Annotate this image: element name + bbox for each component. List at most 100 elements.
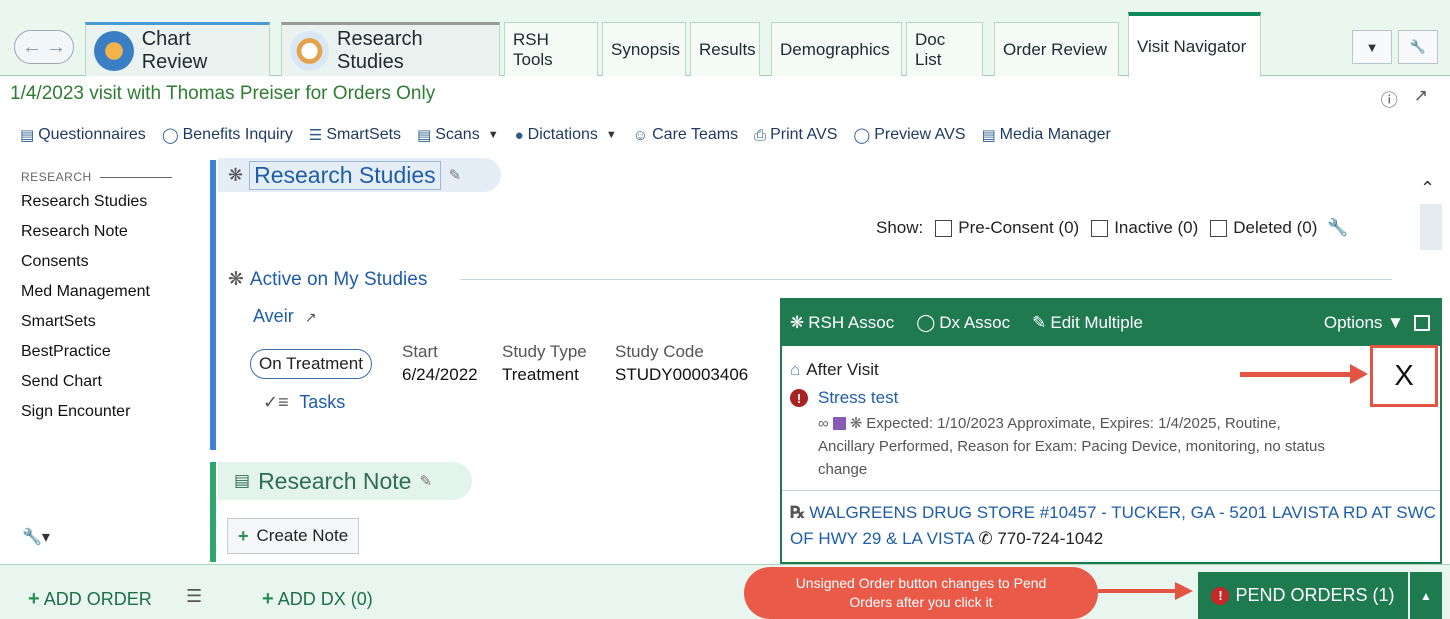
tab-synopsis[interactable]: Synopsis xyxy=(602,22,686,76)
tab-chart-review[interactable]: Chart Review xyxy=(85,22,270,76)
study-link[interactable]: Aveir ↗ xyxy=(253,306,316,327)
home-icon: ⌂ xyxy=(790,360,801,379)
research-icon: ❋ xyxy=(790,313,805,332)
media-manager-button[interactable]: ▤ Media Manager xyxy=(981,126,1110,144)
dictations-button[interactable]: ● Dictations ▼ xyxy=(515,126,617,144)
sidebar-item-research-note[interactable]: Research Note xyxy=(21,223,128,241)
sidebar-settings-button[interactable]: 🔧▾ xyxy=(22,527,50,547)
wrench-icon[interactable]: 🔧 xyxy=(1327,218,1348,238)
deleted-checkbox[interactable] xyxy=(1210,219,1228,237)
edit-multiple-button[interactable]: ✎ Edit Multiple xyxy=(1032,313,1143,333)
care-teams-button[interactable]: ☺ Care Teams xyxy=(633,126,738,144)
tab-demographics[interactable]: Demographics xyxy=(771,22,902,76)
scrollbar-thumb[interactable] xyxy=(1420,204,1442,250)
back-arrow-icon[interactable]: ← xyxy=(22,36,42,59)
scans-icon: ▤ xyxy=(417,127,432,144)
history-nav[interactable]: ← → xyxy=(14,30,74,64)
print-avs-button[interactable]: ⎙ Print AVS xyxy=(754,126,837,144)
sidebar-item-consents[interactable]: Consents xyxy=(21,253,89,271)
forward-arrow-icon[interactable]: → xyxy=(46,36,66,59)
pre-consent-checkbox[interactable] xyxy=(935,219,953,237)
inactive-checkbox[interactable] xyxy=(1091,219,1109,237)
dx-icon: ◯ xyxy=(916,313,936,332)
sidebar-item-med-management[interactable]: Med Management xyxy=(21,283,150,301)
pencil-icon: ✎ xyxy=(1032,313,1047,332)
questionnaires-button[interactable]: ▤ Questionnaires xyxy=(20,126,146,144)
start-header: Start xyxy=(402,342,438,361)
tab-tools-button[interactable]: 🔧 xyxy=(1398,30,1438,64)
tasks-link[interactable]: ✓≡ Tasks xyxy=(263,392,345,413)
pend-orders-button[interactable]: ! PEND ORDERS (1) xyxy=(1198,572,1408,619)
status-badge: On Treatment xyxy=(250,349,372,379)
sidebar-item-send-chart[interactable]: Send Chart xyxy=(21,373,102,391)
pharmacy-link[interactable]: WALGREENS DRUG STORE #10457 - TUCKER, GA… xyxy=(790,503,1436,548)
pharmacy-info: ℞ WALGREENS DRUG STORE #10457 - TUCKER, G… xyxy=(790,500,1440,552)
preview-avs-button[interactable]: ◯ Preview AVS xyxy=(853,126,965,144)
study-type-value: Treatment xyxy=(502,365,579,384)
scans-button[interactable]: ▤ Scans ▼ xyxy=(417,126,499,144)
note-icon: ▤ xyxy=(234,471,251,490)
sidebar-header: RESEARCH xyxy=(21,170,172,184)
divider xyxy=(460,279,1392,280)
panel-toggle-icon[interactable] xyxy=(1414,315,1430,331)
order-details: ∞ ❋ Expected: 1/10/2023 Approximate, Exp… xyxy=(818,412,1338,481)
order-popup: ❋ RSH Assoc ◯ Dx Assoc ✎ Edit Multiple Opti… xyxy=(780,298,1442,564)
tabs-dropdown-button[interactable]: ▼ xyxy=(1352,30,1392,64)
research-icon xyxy=(290,30,330,71)
title-icons: ⓘ ↗ xyxy=(1381,86,1428,111)
media-icon: ▤ xyxy=(981,127,996,144)
rx-icon: ℞ xyxy=(790,503,806,522)
external-link-icon[interactable]: ↗ xyxy=(305,309,317,325)
tab-rsh-tools[interactable]: RSH Tools xyxy=(504,22,598,76)
tab-research-studies[interactable]: Research Studies xyxy=(281,22,500,76)
tab-doc-list[interactable]: Doc List xyxy=(906,22,983,76)
chevron-up-icon: ⌃ xyxy=(1420,178,1436,198)
caret-up-icon: ▲ xyxy=(1420,588,1432,603)
caret-down-icon: ▼ xyxy=(1387,313,1404,332)
tab-visit-navigator[interactable]: Visit Navigator xyxy=(1128,12,1261,77)
alert-icon: ! xyxy=(1211,586,1230,605)
pencil-icon[interactable]: ✎ xyxy=(449,166,462,184)
caret-down-icon[interactable]: ▼ xyxy=(606,129,617,141)
tab-order-review[interactable]: Order Review xyxy=(994,22,1119,76)
annotation-callout: Unsigned Order button changes to Pend Or… xyxy=(744,567,1098,619)
expand-icon[interactable]: ↗ xyxy=(1414,86,1428,111)
benefits-inquiry-button[interactable]: ◯ Benefits Inquiry xyxy=(162,126,293,144)
divider xyxy=(782,490,1440,491)
smartsets-button[interactable]: ☰ SmartSets xyxy=(309,126,401,144)
add-order-button[interactable]: + ADD ORDER xyxy=(28,588,152,611)
section-accent-bar xyxy=(210,160,216,450)
caret-down-icon[interactable]: ▼ xyxy=(488,129,499,141)
order-list-icon[interactable]: ☰ xyxy=(186,586,202,607)
dx-assoc-button[interactable]: ◯ Dx Assoc xyxy=(916,313,1010,333)
sidebar-item-smartsets[interactable]: SmartSets xyxy=(21,313,96,331)
status-square-icon xyxy=(832,417,846,430)
options-menu[interactable]: Options ▼ xyxy=(1324,313,1404,333)
plus-icon: + xyxy=(28,588,40,610)
sidebar-item-research-studies[interactable]: Research Studies xyxy=(21,193,147,211)
tab-results[interactable]: Results xyxy=(690,22,760,76)
benefits-icon: ◯ xyxy=(161,127,179,144)
wrench-icon: 🔧 xyxy=(1409,39,1427,54)
close-button[interactable]: X xyxy=(1370,345,1438,407)
help-icon[interactable]: ⓘ xyxy=(1381,86,1398,111)
order-item[interactable]: ! Stress test xyxy=(790,388,898,408)
link-icon: ∞ xyxy=(818,415,829,432)
phone-number: ✆ 770-724-1042 xyxy=(978,529,1104,548)
pend-orders-menu-button[interactable]: ▲ xyxy=(1410,572,1442,619)
research-studies-section-header: ❋ Research Studies ✎ xyxy=(218,158,502,192)
research-icon: ❋ xyxy=(228,164,244,185)
rsh-assoc-button[interactable]: ❋ RSH Assoc xyxy=(790,313,894,333)
activity-toolbar: ▤ Questionnaires ◯ Benefits Inquiry ☰ Smart… xyxy=(20,122,1127,148)
pencil-icon[interactable]: ✎ xyxy=(419,472,432,490)
scroll-up-button[interactable]: ⌃ xyxy=(1420,178,1435,199)
section-title[interactable]: Research Studies xyxy=(249,160,441,190)
order-group-header: ⌂ After Visit xyxy=(790,360,879,379)
study-code-value: STUDY00003406 xyxy=(615,365,749,384)
sidebar-item-sign-encounter[interactable]: Sign Encounter xyxy=(21,403,130,421)
wrench-icon: 🔧▾ xyxy=(22,529,50,546)
add-dx-button[interactable]: + ADD DX (0) xyxy=(262,588,373,611)
create-note-button[interactable]: + Create Note xyxy=(227,518,360,554)
sidebar-item-bestpractice[interactable]: BestPractice xyxy=(21,343,111,361)
annotation-arrow-head xyxy=(1350,364,1368,384)
